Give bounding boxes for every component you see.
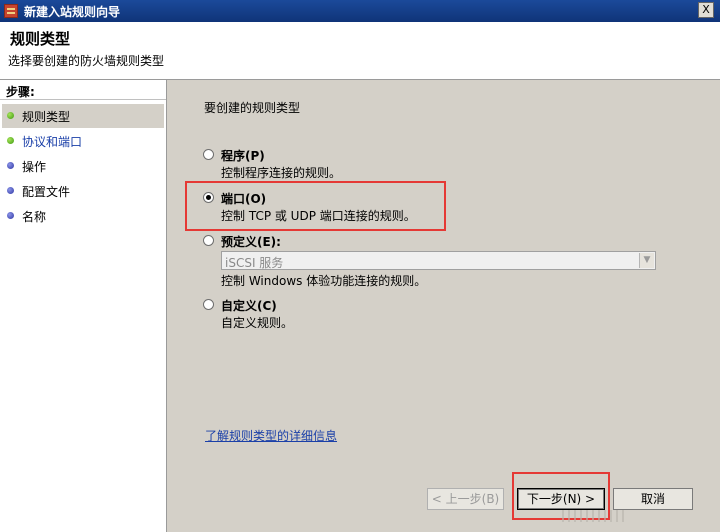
predefined-select[interactable]: iSCSI 服务 ▼ <box>221 251 656 270</box>
port-option-desc: 控制 TCP 或 UDP 端口连接的规则。 <box>221 209 416 223</box>
program-option-desc: 控制程序连接的规则。 <box>221 166 342 180</box>
port-option-label[interactable]: 端口(O) <box>221 190 266 207</box>
sidebar-item-rule-type[interactable]: 规则类型 <box>2 104 164 128</box>
steps-heading: 步骤: <box>6 85 35 99</box>
close-button[interactable]: X <box>698 2 714 18</box>
sidebar-item-label: 名称 <box>22 210 47 224</box>
sidebar-item-action[interactable]: 操作 <box>2 154 164 178</box>
window-title: 新建入站规则向导 <box>24 5 121 19</box>
page-title: 规则类型 <box>10 30 71 48</box>
firewall-icon <box>4 4 18 18</box>
custom-option-desc: 自定义规则。 <box>221 316 294 330</box>
custom-option-label[interactable]: 自定义(C) <box>221 297 277 314</box>
steps-divider <box>0 99 166 100</box>
resize-grip <box>562 510 628 522</box>
learn-more-link[interactable]: 了解规则类型的详细信息 <box>205 427 337 444</box>
green-dot-icon <box>7 137 14 144</box>
wizard-header: 规则类型 选择要创建的防火墙规则类型 <box>0 22 720 80</box>
chevron-down-icon[interactable]: ▼ <box>639 253 654 268</box>
sidebar-item-label: 协议和端口 <box>22 135 83 149</box>
predefined-radio[interactable] <box>203 235 214 246</box>
next-button[interactable]: 下一步(N) > <box>517 488 605 510</box>
program-radio[interactable] <box>203 149 214 160</box>
sidebar-item-label: 操作 <box>22 160 47 174</box>
main-panel: 要创建的规则类型 程序(P) 控制程序连接的规则。 端口(O) 控制 TCP 或… <box>167 80 720 532</box>
blue-dot-icon <box>7 212 14 219</box>
sidebar-item-protocol-port[interactable]: 协议和端口 <box>2 129 164 153</box>
sidebar-item-name[interactable]: 名称 <box>2 204 164 228</box>
program-option-label[interactable]: 程序(P) <box>221 147 265 164</box>
sidebar-item-profile[interactable]: 配置文件 <box>2 179 164 203</box>
rule-type-prompt: 要创建的规则类型 <box>204 101 301 115</box>
back-button[interactable]: < 上一步(B) <box>427 488 504 510</box>
cancel-button[interactable]: 取消 <box>613 488 693 510</box>
page-subtitle: 选择要创建的防火墙规则类型 <box>8 54 165 68</box>
predefined-select-value: iSCSI 服务 <box>225 256 284 270</box>
sidebar-item-label: 规则类型 <box>22 110 71 124</box>
title-bar: 新建入站规则向导 X <box>0 0 720 22</box>
green-dot-icon <box>7 112 14 119</box>
port-radio[interactable] <box>203 192 214 203</box>
custom-radio[interactable] <box>203 299 214 310</box>
predefined-option-desc: 控制 Windows 体验功能连接的规则。 <box>221 274 427 288</box>
predefined-option-label[interactable]: 预定义(E): <box>221 233 281 250</box>
blue-dot-icon <box>7 187 14 194</box>
steps-sidebar: 步骤: 规则类型 协议和端口 操作 配置文件 名称 <box>0 80 167 532</box>
sidebar-item-label: 配置文件 <box>22 185 71 199</box>
blue-dot-icon <box>7 162 14 169</box>
